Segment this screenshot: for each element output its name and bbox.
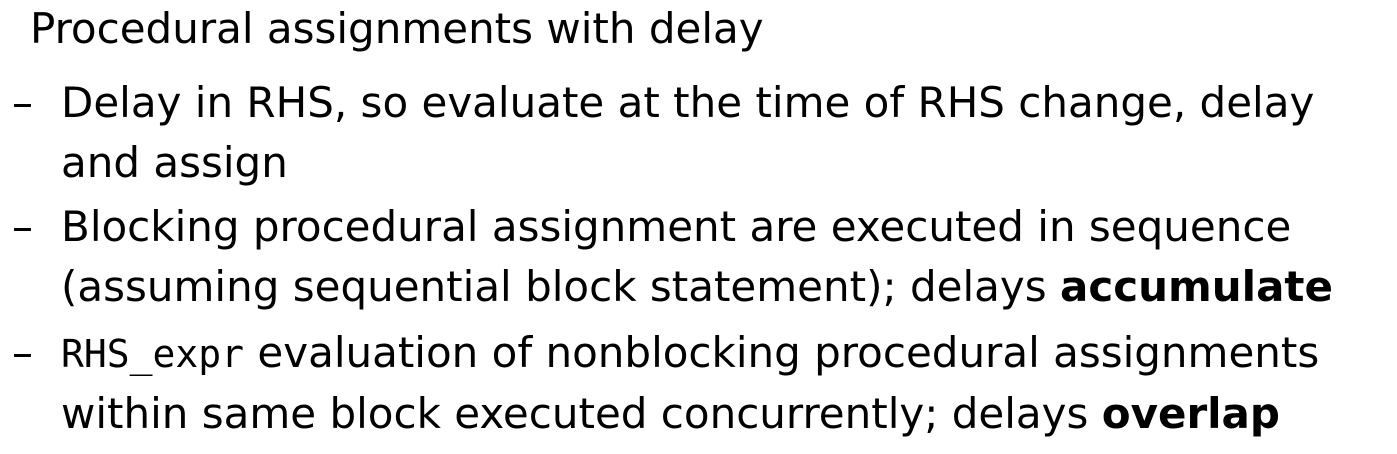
bullet-dash: – [12, 328, 33, 377]
bullet-dash: – [12, 78, 33, 127]
slide: Procedural assignments with delay – Dela… [0, 0, 1397, 454]
code-rhs-expr: RHS_expr [61, 332, 245, 376]
emphasis-overlap: overlap [1101, 389, 1280, 438]
bullet-text-segment: Delay in RHS, so evaluate at the time of… [61, 78, 1315, 187]
emphasis-accumulate: accumulate [1059, 262, 1333, 311]
bullet-item-nonblocking: – RHS_expr evaluation of nonblocking pro… [12, 323, 1392, 444]
bullet-text: Blocking procedural assignment are execu… [61, 197, 1392, 317]
bullet-text: RHS_expr evaluation of nonblocking proce… [61, 323, 1392, 444]
bullet-text: Delay in RHS, so evaluate at the time of… [61, 73, 1392, 193]
bullet-item-delay-in-rhs: – Delay in RHS, so evaluate at the time … [12, 73, 1392, 193]
slide-heading: Procedural assignments with delay [30, 4, 764, 53]
bullet-dash: – [12, 202, 33, 251]
bullet-item-blocking: – Blocking procedural assignment are exe… [12, 197, 1392, 317]
